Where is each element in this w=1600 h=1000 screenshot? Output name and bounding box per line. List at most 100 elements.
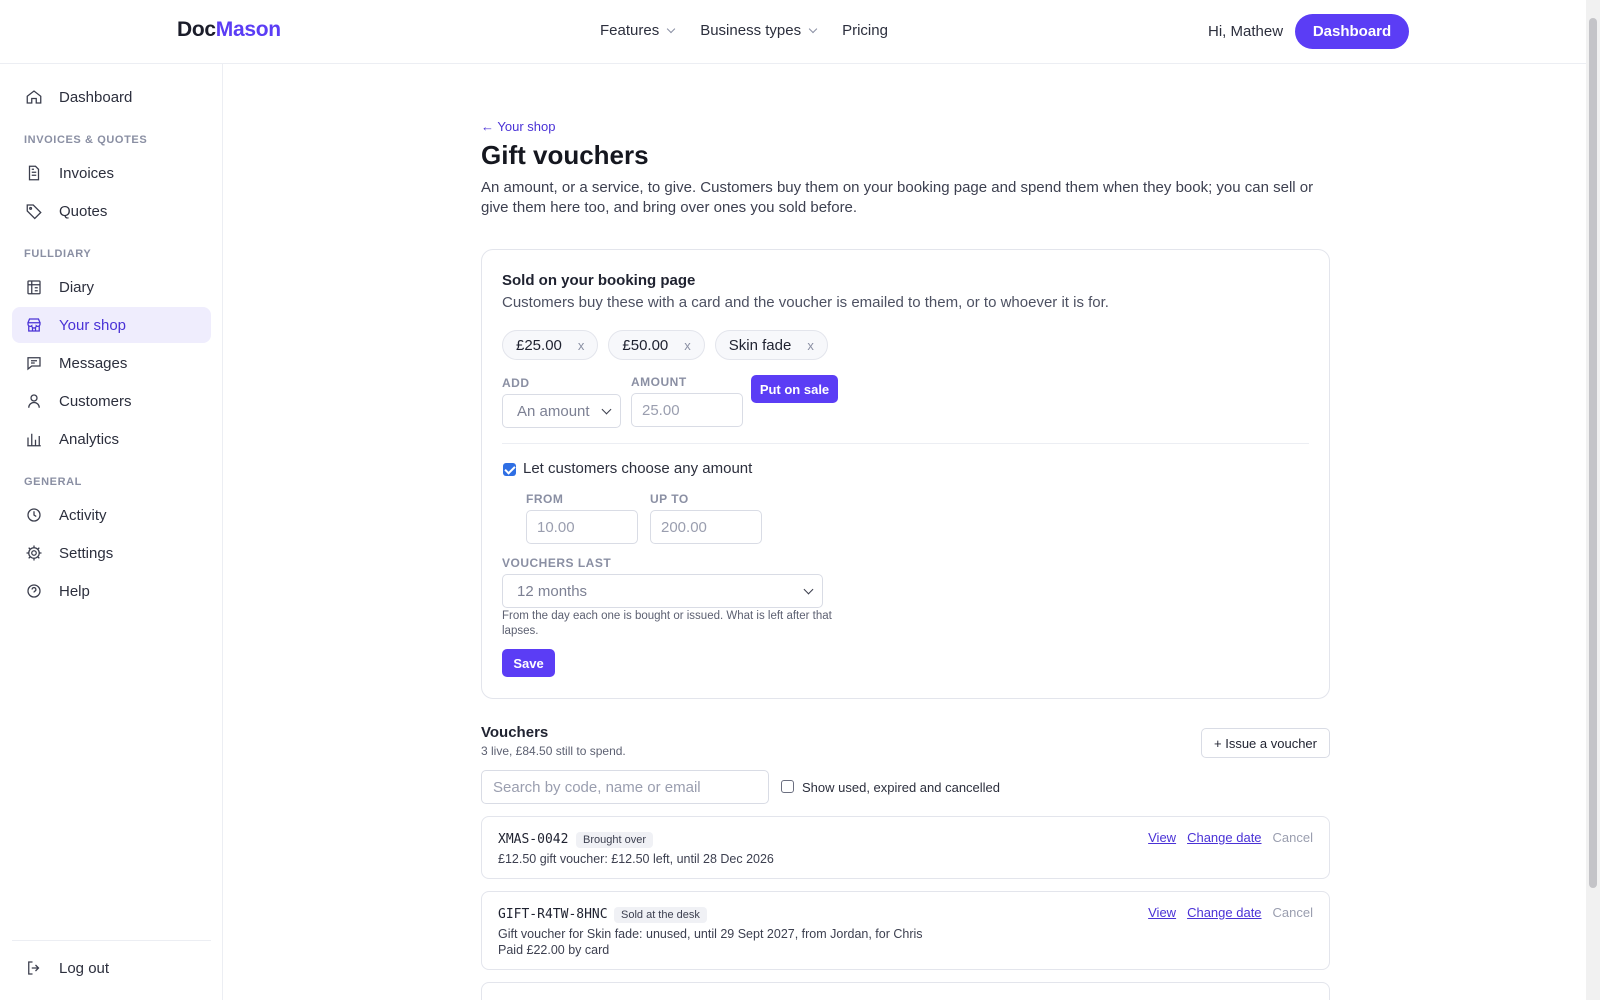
sidebar-item-customers[interactable]: Customers bbox=[12, 383, 211, 419]
vouchers-last-value: 12 months bbox=[517, 582, 588, 600]
upto-label: UP TO bbox=[650, 492, 689, 506]
sidebar-item-label: Activity bbox=[59, 506, 107, 524]
voucher-chip: £50.00 x bbox=[608, 330, 705, 360]
from-input[interactable]: 10.00 bbox=[526, 510, 638, 544]
sidebar-item-diary[interactable]: Diary bbox=[12, 269, 211, 305]
issue-voucher-button[interactable]: + Issue a voucher bbox=[1201, 728, 1330, 758]
nav-features-label: Features bbox=[600, 22, 660, 39]
bar-chart-icon bbox=[24, 429, 44, 449]
sidebar-section-invoices: INVOICES & QUOTES bbox=[24, 134, 148, 146]
sidebar-item-invoices[interactable]: Invoices bbox=[12, 155, 211, 191]
user-icon bbox=[24, 391, 44, 411]
cancel-link[interactable]: Cancel bbox=[1273, 830, 1313, 845]
save-button[interactable]: Save bbox=[502, 649, 555, 677]
change-date-link[interactable]: Change date bbox=[1187, 830, 1261, 845]
status-badge: Brought over bbox=[576, 832, 653, 848]
user-greeting: Hi, Mathew bbox=[1208, 23, 1284, 40]
nav-pricing[interactable]: Pricing bbox=[842, 22, 888, 39]
sidebar-item-quotes[interactable]: Quotes bbox=[12, 193, 211, 229]
vouchers-last-hint: From the day each one is bought or issue… bbox=[502, 610, 832, 637]
view-link[interactable]: View bbox=[1148, 905, 1176, 920]
chevron-down-icon bbox=[803, 584, 814, 595]
voucher-row: XMAS-0042 Brought over £12.50 gift vouch… bbox=[481, 816, 1330, 879]
show-all-checkbox[interactable] bbox=[781, 780, 794, 793]
page-scrollbar[interactable] bbox=[1586, 0, 1600, 1000]
sidebar-item-logout[interactable]: Log out bbox=[12, 950, 211, 986]
scrollbar-thumb[interactable] bbox=[1589, 18, 1597, 888]
tag-icon bbox=[24, 201, 44, 221]
cancel-link[interactable]: Cancel bbox=[1273, 905, 1313, 920]
voucher-row: GIFT-R4TW-8HNC Sold at the desk Gift vou… bbox=[481, 891, 1330, 970]
voucher-code: XMAS-0042 bbox=[498, 832, 569, 847]
card-subtitle: Customers buy these with a card and the … bbox=[502, 294, 1109, 311]
dashboard-button[interactable]: Dashboard bbox=[1295, 14, 1409, 49]
add-type-select[interactable]: An amount bbox=[502, 394, 621, 428]
booking-page-card: Sold on your booking page Customers buy … bbox=[481, 249, 1330, 699]
sidebar: Dashboard INVOICES & QUOTES Invoices Quo… bbox=[0, 64, 223, 1000]
voucher-search-input[interactable]: Search by code, name or email bbox=[481, 770, 769, 804]
top-nav: Features Business types Pricing bbox=[600, 22, 888, 39]
voucher-description: £12.50 gift voucher: £12.50 left, until … bbox=[498, 852, 774, 866]
vouchers-last-select[interactable]: 12 months bbox=[502, 574, 823, 608]
voucher-description: Gift voucher for Skin fade: unused, unti… bbox=[498, 927, 923, 941]
add-type-value: An amount bbox=[517, 402, 590, 420]
sidebar-item-your-shop[interactable]: Your shop bbox=[12, 307, 211, 343]
sidebar-section-general: GENERAL bbox=[24, 476, 82, 488]
document-icon bbox=[24, 163, 44, 183]
voucher-payment: Paid £22.00 by card bbox=[498, 943, 610, 957]
voucher-chip: Skin fade x bbox=[714, 330, 828, 360]
nav-features[interactable]: Features bbox=[600, 22, 676, 39]
put-on-sale-button[interactable]: Put on sale bbox=[751, 375, 838, 403]
nav-business-types[interactable]: Business types bbox=[700, 22, 818, 39]
any-amount-checkbox[interactable] bbox=[503, 463, 516, 476]
sidebar-section-fulldiary: FULLDIARY bbox=[24, 248, 92, 260]
chip-label: Skin fade bbox=[728, 336, 792, 354]
sidebar-item-label: Customers bbox=[59, 392, 132, 410]
change-date-link[interactable]: Change date bbox=[1187, 905, 1261, 920]
sidebar-item-activity[interactable]: Activity bbox=[12, 497, 211, 533]
sidebar-item-analytics[interactable]: Analytics bbox=[12, 421, 211, 457]
vouchers-heading: Vouchers bbox=[481, 724, 549, 741]
top-bar: DocMason Features Business types Pricing… bbox=[0, 0, 1600, 64]
remove-chip-button[interactable]: x bbox=[807, 338, 814, 353]
sidebar-item-label: Help bbox=[59, 582, 90, 600]
calendar-icon bbox=[24, 277, 44, 297]
sidebar-item-settings[interactable]: Settings bbox=[12, 535, 211, 571]
nav-business-types-label: Business types bbox=[700, 22, 802, 39]
brand-logo[interactable]: DocMason bbox=[177, 18, 281, 42]
sidebar-item-label: Messages bbox=[59, 354, 128, 372]
sidebar-item-messages[interactable]: Messages bbox=[12, 345, 211, 381]
sidebar-item-label: Quotes bbox=[59, 202, 108, 220]
card-divider bbox=[502, 443, 1309, 444]
shop-icon bbox=[24, 315, 44, 335]
view-link[interactable]: View bbox=[1148, 830, 1176, 845]
show-all-label: Show used, expired and cancelled bbox=[802, 780, 1001, 795]
voucher-actions: View Change date Cancel bbox=[1148, 905, 1313, 920]
sidebar-item-label: Dashboard bbox=[59, 88, 133, 106]
remove-chip-button[interactable]: x bbox=[684, 338, 691, 353]
chip-label: £25.00 bbox=[516, 336, 562, 354]
brand-part-1: Doc bbox=[177, 18, 216, 41]
help-icon bbox=[24, 581, 44, 601]
page-title: Gift vouchers bbox=[481, 140, 649, 170]
chip-label: £50.00 bbox=[622, 336, 669, 354]
sidebar-item-dashboard[interactable]: Dashboard bbox=[12, 79, 211, 115]
from-label: FROM bbox=[526, 492, 564, 506]
voucher-row-partial bbox=[481, 982, 1330, 1000]
voucher-code: GIFT-R4TW-8HNC bbox=[498, 907, 608, 922]
chevron-down-icon bbox=[601, 404, 612, 415]
vouchers-last-label: VOUCHERS LAST bbox=[502, 556, 612, 570]
page-intro: An amount, or a service, to give. Custom… bbox=[481, 179, 1314, 216]
amount-label: AMOUNT bbox=[631, 375, 687, 389]
sidebar-item-label: Invoices bbox=[59, 164, 115, 182]
logout-icon bbox=[24, 958, 44, 978]
amount-input[interactable]: 25.00 bbox=[631, 393, 743, 427]
upto-input[interactable]: 200.00 bbox=[650, 510, 762, 544]
sidebar-item-help[interactable]: Help bbox=[12, 573, 211, 609]
vouchers-summary: 3 live, £84.50 still to spend. bbox=[481, 744, 626, 758]
back-link[interactable]: ← Your shop bbox=[481, 119, 555, 134]
voucher-chips: £25.00 x £50.00 x Skin fade x bbox=[502, 330, 828, 360]
remove-chip-button[interactable]: x bbox=[578, 338, 585, 353]
message-icon bbox=[24, 353, 44, 373]
sidebar-item-label: Analytics bbox=[59, 430, 120, 448]
